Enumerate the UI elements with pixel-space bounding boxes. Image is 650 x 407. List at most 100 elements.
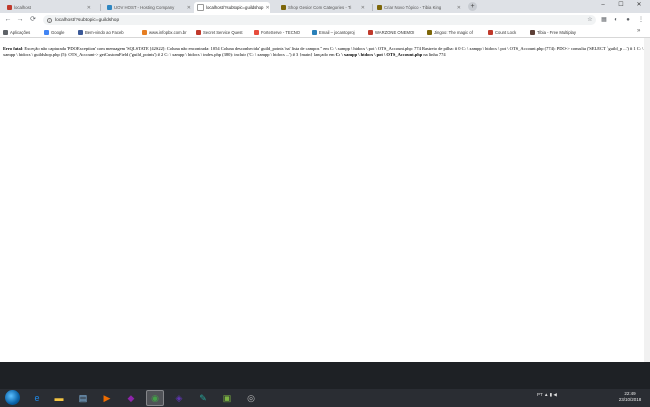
bookmark-secret-service[interactable]: Secret Service Quest — [196, 28, 252, 36]
clock-date: 23/10/2018 — [618, 397, 642, 402]
media-icon[interactable]: ▶ — [98, 390, 116, 406]
page-content: Erro fatal: Exceção não capturada 'PDOEx… — [0, 38, 650, 362]
more-bookmarks-icon[interactable]: » — [637, 28, 640, 34]
site-icon — [142, 29, 147, 35]
profile-icon[interactable]: ● — [624, 16, 632, 24]
new-tab-button[interactable]: + — [468, 2, 477, 11]
bookmark-star-icon[interactable]: ☆ — [586, 16, 594, 24]
tab-localhost[interactable]: localhost ✕ — [4, 2, 94, 13]
site-icon — [196, 29, 201, 35]
site-icon — [427, 29, 432, 35]
tab-strip: localhost ✕ UOV HOST - Hosting Company ✕… — [0, 0, 650, 13]
tab-shop-gesior[interactable]: Shop Gesior Com Categories - Ti ✕ — [278, 2, 368, 13]
site-icon — [368, 29, 373, 35]
extension-icon-2[interactable]: ◐ — [612, 16, 620, 24]
back-icon[interactable]: ← — [3, 14, 13, 25]
reload-icon[interactable]: ⟳ — [28, 14, 38, 25]
tab-label: Criar Novo Tópico - Tibia King — [384, 5, 442, 10]
bookmark-label: WARZONE ONEMOI — [375, 29, 415, 35]
bookmark-label: Tibia - Free Multiplay — [537, 29, 576, 35]
language-indicator[interactable]: PT — [537, 392, 543, 397]
tool-icon[interactable]: ✎ — [194, 390, 212, 406]
tibia-icon — [530, 29, 535, 35]
email-icon — [312, 29, 317, 35]
error-text-line-1: : Exceção não capturada 'PDOException' c… — [22, 46, 509, 51]
bookmark-forteserve[interactable]: ForteServe - TECNO — [254, 28, 310, 36]
error-line-label: na linha — [423, 52, 438, 58]
bookmark-label: ForteServe - TECNO — [261, 29, 301, 35]
bookmark-google[interactable]: Google — [44, 28, 74, 36]
tab-favicon-icon — [197, 4, 204, 11]
info-icon[interactable]: i — [47, 17, 52, 23]
disc-icon[interactable]: ◎ — [242, 390, 260, 406]
windows-taskbar: e ▬ ▤ ▶ ◆ ◉ ◈ ✎ ▣ ◎ PT ▲ ▮ ◀ 22:49 23/10… — [0, 362, 650, 407]
network-icon[interactable]: ▮ — [550, 392, 552, 397]
google-icon — [44, 29, 49, 35]
tab-separator — [372, 4, 373, 11]
address-bar[interactable]: i localhost/?subtopic=guildshop — [43, 15, 596, 25]
game-icon[interactable]: ◆ — [122, 390, 140, 406]
browser-toolbar: ← → ⟳ i localhost/?subtopic=guildshop ☆ … — [0, 13, 650, 27]
bookmark-label: Email – jocantoproj — [319, 29, 355, 35]
close-tab-icon[interactable]: ✕ — [87, 5, 91, 11]
tab-favicon-icon — [7, 5, 12, 10]
ie-icon[interactable]: e — [28, 390, 46, 406]
extension-icon[interactable]: ▦ — [600, 16, 608, 24]
menu-icon[interactable]: ⋮ — [637, 16, 645, 24]
tab-guildshop[interactable]: localhost/?subtopic=guildshop ✕ — [194, 2, 270, 13]
tab-label: UOV HOST - Hosting Company — [114, 5, 175, 10]
android-icon[interactable]: ▣ — [218, 390, 236, 406]
bookmark-label: Aplicações — [10, 29, 31, 35]
bookmark-apps[interactable]: Aplicações — [3, 28, 41, 36]
error-file: OTS_Account.php — [386, 52, 423, 58]
start-button[interactable] — [5, 390, 20, 405]
bookmark-jingoo[interactable]: Jingoo: The magic of — [427, 28, 485, 36]
tab-favicon-icon — [107, 5, 112, 10]
vertical-scrollbar[interactable] — [644, 38, 650, 362]
maximize-button[interactable]: ☐ — [612, 0, 630, 10]
facebook-icon — [78, 29, 83, 35]
bookmark-label: Secret Service Quest — [203, 29, 243, 35]
tab-uov-host[interactable]: UOV HOST - Hosting Company ✕ — [104, 2, 194, 13]
bookmark-label: Count Lock — [495, 29, 517, 35]
close-window-button[interactable]: ✕ — [630, 0, 648, 10]
volume-icon[interactable]: ◀ — [553, 392, 556, 397]
minimize-button[interactable]: – — [594, 0, 612, 10]
site-icon — [488, 29, 493, 35]
php-error-message: Erro fatal: Exceção não capturada 'PDOEx… — [3, 46, 648, 58]
site-icon — [254, 29, 259, 35]
forward-icon[interactable]: → — [15, 14, 25, 25]
bookmark-infopbx[interactable]: www.infopbx.com.br — [142, 28, 194, 36]
chrome-icon[interactable]: ◉ — [146, 390, 164, 406]
system-tray: PT ▲ ▮ ◀ — [537, 392, 557, 398]
system-clock[interactable]: 22:49 23/10/2018 — [615, 391, 645, 403]
tab-label: localhost/?subtopic=guildshop — [206, 5, 264, 10]
tab-separator — [100, 4, 101, 11]
close-tab-icon[interactable]: ✕ — [361, 5, 365, 11]
bookmarks-bar: Aplicações Google Bem-vindo ao Faceb www… — [0, 27, 650, 38]
tray-arrow-icon[interactable]: ▲ — [544, 392, 548, 397]
bookmark-facebook[interactable]: Bem-vindo ao Faceb — [78, 28, 138, 36]
tab-favicon-icon — [377, 5, 382, 10]
folder-icon[interactable]: ▬ — [50, 390, 68, 406]
bookmark-warzone[interactable]: WARZONE ONEMOI — [368, 28, 424, 36]
bookmark-label: Bem-vindo ao Faceb — [85, 29, 124, 35]
bookmark-label: Google — [51, 29, 65, 35]
bookmark-email[interactable]: Email – jocantoproj — [312, 28, 366, 36]
address-url[interactable]: localhost/?subtopic=guildshop — [55, 18, 119, 23]
tab-favicon-icon — [281, 5, 286, 10]
error-line-number: 774 — [438, 52, 446, 58]
close-tab-icon[interactable]: ✕ — [187, 5, 191, 11]
close-tab-icon[interactable]: ✕ — [265, 5, 269, 11]
tab-label: localhost — [14, 5, 31, 10]
tab-criar-topico[interactable]: Criar Novo Tópico - Tibia King ✕ — [374, 2, 464, 13]
bookmark-tibia[interactable]: Tibia - Free Multiplay — [530, 28, 586, 36]
error-path: C: \ xampp \ htdocs \ pot \ — [335, 52, 386, 58]
bookmark-label: Jingoo: The magic of — [434, 29, 473, 35]
app-icon[interactable]: ◈ — [170, 390, 188, 406]
close-tab-icon[interactable]: ✕ — [457, 5, 461, 11]
bookmark-label: www.infopbx.com.br — [149, 29, 187, 35]
bookmark-count-lock[interactable]: Count Lock — [488, 28, 526, 36]
error-label: Erro fatal — [3, 46, 23, 51]
notepad-icon[interactable]: ▤ — [74, 390, 92, 406]
